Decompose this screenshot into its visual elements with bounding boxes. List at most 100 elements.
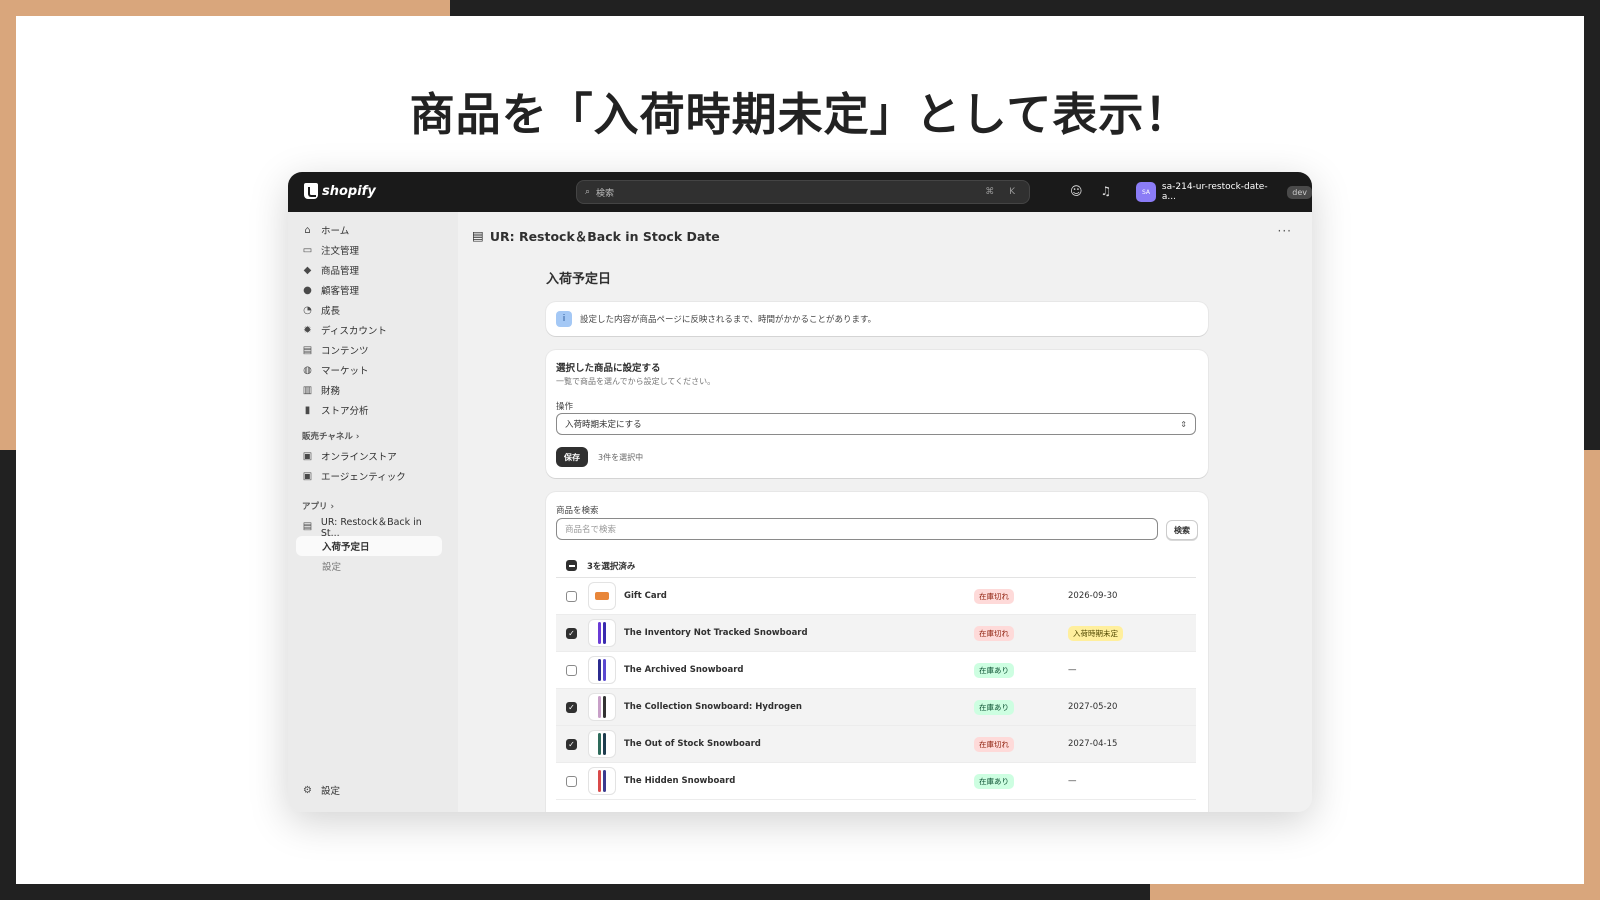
sidebar-item-content[interactable]: ▤ コンテンツ — [296, 340, 442, 360]
sidebar-item-finance[interactable]: ▥ 財務 — [296, 380, 442, 400]
topbar: shopify ⌕ 検索 ⌘ K ☺ ♫ SA sa-214-ur-restoc… — [288, 172, 1312, 212]
sidebar-item-label: 入荷予定日 — [322, 542, 370, 553]
table-row[interactable]: The Archived Snowboard 在庫あり — — [556, 652, 1196, 689]
page-title: ▤ UR: Restock＆Back in Stock Date — [472, 226, 720, 245]
sidebar: ⌂ ホーム ▭ 注文管理 ◆ 商品管理 ● 顧客管理 ◔ 成長 ✹ ディスカウント ▤ コンテ… — [288, 212, 458, 812]
page-title-text: UR: Restock＆Back in Stock Date — [489, 229, 720, 244]
discount-icon: ✹ — [303, 324, 312, 336]
search-button[interactable]: 検索 — [1166, 520, 1198, 540]
row-checkbox[interactable]: ✓ — [566, 738, 577, 750]
row-checkbox[interactable] — [566, 775, 577, 787]
select-chevron-icon: ⇕ — [1180, 419, 1187, 429]
chart-icon: ▮ — [304, 404, 311, 416]
sidebar-item-label: ディスカウント — [321, 326, 387, 337]
sidebar-item-label: 顧客管理 — [321, 286, 360, 297]
sidekick-icon[interactable]: ☺ — [1070, 184, 1083, 198]
restock-date: 2027-05-20 — [1068, 702, 1118, 712]
product-thumbnail — [588, 767, 616, 795]
tag-icon: ◆ — [303, 264, 312, 276]
sidebar-item-restock-date[interactable]: 入荷予定日 — [296, 536, 442, 556]
sidebar-item-label: 設定 — [322, 562, 342, 573]
search-placeholder: 商品名で検索 — [565, 525, 617, 535]
product-search-input[interactable]: 商品名で検索 — [556, 518, 1158, 540]
table-row[interactable]: ✓ The Collection Snowboard: Hydrogen 在庫あ… — [556, 689, 1196, 726]
sidebar-item-analytics[interactable]: ▮ ストア分析 — [296, 400, 442, 420]
info-banner: i 設定した内容が商品ページに反映されるまで、時間がかかることがあります。 — [546, 302, 1208, 336]
restock-date: 2026-09-30 — [1068, 591, 1118, 601]
product-thumbnail — [588, 730, 616, 758]
row-checkbox[interactable]: ✓ — [566, 701, 577, 713]
snowboard-image — [603, 770, 606, 792]
bell-icon[interactable]: ♫ — [1101, 184, 1112, 198]
sidebar-item-label: 財務 — [321, 386, 341, 397]
restock-date: 入荷時期未定 — [1068, 625, 1123, 641]
avatar: SA — [1136, 182, 1156, 202]
search-icon: ⌕ — [585, 187, 591, 197]
product-search-label: 商品を検索 — [556, 506, 599, 516]
bulk-title: 選択した商品に設定する — [556, 363, 661, 374]
row-checkbox[interactable]: ✓ — [566, 627, 577, 639]
product-thumbnail — [588, 693, 616, 721]
selected-count: 3件を選択中 — [598, 453, 644, 462]
global-search-input[interactable]: ⌕ 検索 ⌘ K — [576, 180, 1030, 204]
table-row[interactable]: Gift Card 在庫切れ 2026-09-30 — [556, 578, 1196, 615]
sidebar-item-growth[interactable]: ◔ 成長 — [296, 300, 442, 320]
sidebar-item-home[interactable]: ⌂ ホーム — [296, 220, 442, 240]
snowboard-image — [598, 696, 601, 718]
gear-icon: ⚙ — [303, 784, 312, 796]
slide: 商品を「入荷時期未定」として表示！ shopify ⌕ 検索 ⌘ K ☺ ♫ S… — [16, 16, 1584, 884]
product-thumbnail — [588, 619, 616, 647]
sidebar-item-markets[interactable]: ◍ マーケット — [296, 360, 442, 380]
sidebar-item-app-settings[interactable]: 設定 — [296, 556, 442, 576]
section-label: 販売チャネル — [302, 432, 353, 442]
search-placeholder: 検索 — [596, 188, 615, 199]
apps-heading[interactable]: アプリ › — [302, 500, 334, 512]
select-all-checkbox[interactable] — [566, 560, 577, 571]
operation-select[interactable]: 入荷時期未定にする ⇕ — [556, 413, 1196, 435]
sidebar-item-label: ストア分析 — [321, 406, 369, 417]
sidebar-item-label: 設定 — [321, 786, 341, 797]
dev-badge: dev — [1287, 185, 1312, 199]
sidebar-item-settings[interactable]: ⚙ 設定 — [296, 780, 442, 800]
bank-icon: ▥ — [302, 384, 313, 396]
person-icon: ● — [303, 284, 312, 296]
topbar-icons: ☺ ♫ — [1070, 184, 1111, 198]
product-name: The Inventory Not Tracked Snowboard — [624, 628, 808, 638]
sidebar-item-label: 注文管理 — [321, 246, 360, 257]
shopify-logo[interactable]: shopify — [304, 183, 376, 199]
sidebar-item-orders[interactable]: ▭ 注文管理 — [296, 240, 442, 260]
app-icon: ▤ — [472, 228, 484, 243]
table-row[interactable]: ✓ The Out of Stock Snowboard 在庫切れ 2027-0… — [556, 726, 1196, 763]
more-actions-icon[interactable]: ··· — [1278, 224, 1292, 238]
sidebar-item-customers[interactable]: ● 顧客管理 — [296, 280, 442, 300]
table-row[interactable]: ✓ The Inventory Not Tracked Snowboard 在庫… — [556, 615, 1196, 652]
row-checkbox[interactable] — [566, 664, 577, 676]
restock-date: — — [1068, 665, 1077, 675]
restock-date: — — [1068, 776, 1077, 786]
restock-date: 2027-04-15 — [1068, 739, 1118, 749]
sidebar-item-discounts[interactable]: ✹ ディスカウント — [296, 320, 442, 340]
info-icon: i — [556, 311, 572, 327]
sidebar-item-label: 商品管理 — [321, 266, 360, 277]
sidebar-item-app[interactable]: ▤ UR: Restock＆Back in St... — [296, 516, 442, 539]
app-icon: ▤ — [302, 520, 313, 532]
table-row[interactable]: The Hidden Snowboard 在庫あり — — [556, 763, 1196, 800]
shopify-bag-icon — [304, 183, 318, 199]
snowboard-image — [603, 659, 606, 681]
sidebar-item-products[interactable]: ◆ 商品管理 — [296, 260, 442, 280]
product-list-card: 商品を検索 商品名で検索 検索 3を選択済み Gift Card 在庫切れ 20… — [546, 492, 1208, 812]
search-shortcut: ⌘ K — [985, 187, 1021, 197]
section-title: 入荷予定日 — [546, 272, 612, 287]
product-thumbnail — [588, 582, 616, 610]
store-menu[interactable]: SA sa-214-ur-restock-date-a... dev — [1136, 182, 1312, 202]
selected-header-text: 3を選択済み — [587, 561, 636, 572]
save-button[interactable]: 保存 — [556, 447, 588, 467]
main-content: ▤ UR: Restock＆Back in Stock Date ··· 入荷予… — [458, 212, 1312, 812]
sales-channels-heading[interactable]: 販売チャネル › — [302, 430, 359, 442]
stock-badge: 在庫切れ — [974, 736, 1014, 752]
sidebar-item-label: マーケット — [321, 366, 369, 377]
sidebar-item-agentic[interactable]: ▣ エージェンティック — [296, 466, 442, 486]
operation-value: 入荷時期未定にする — [565, 420, 642, 430]
row-checkbox[interactable] — [566, 590, 577, 602]
sidebar-item-online-store[interactable]: ▣ オンラインストア — [296, 446, 442, 466]
